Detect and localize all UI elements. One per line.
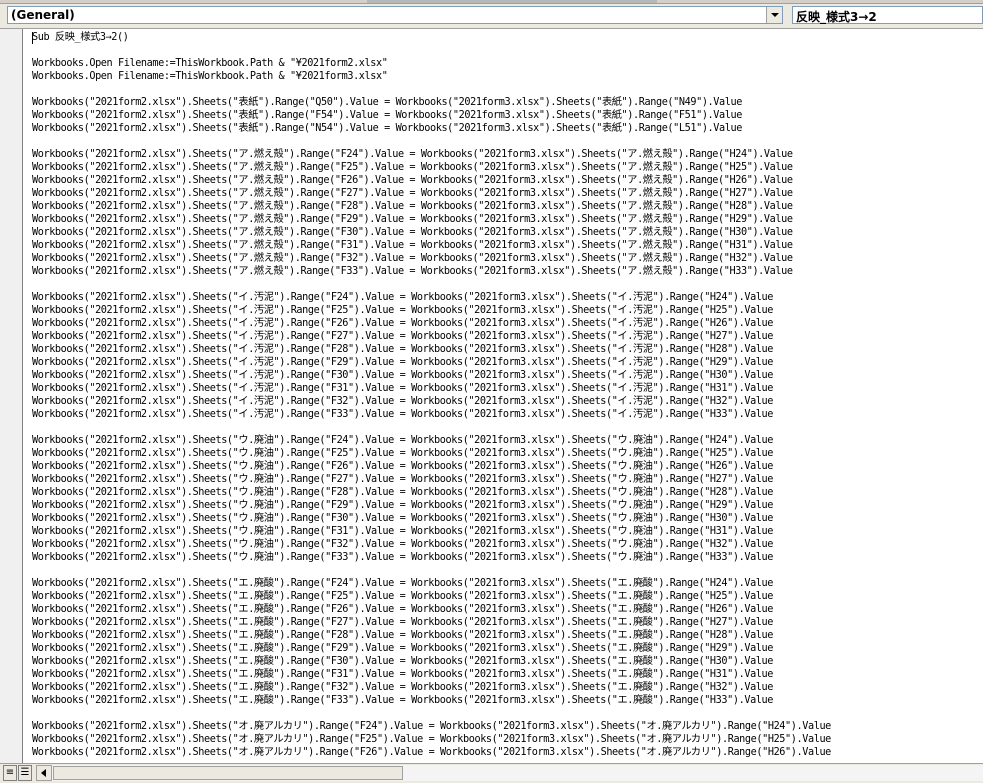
code-lines: Sub 反映_様式3→2() Workbooks.Open Filename:=T… [32, 31, 831, 759]
code-line[interactable]: Workbooks.Open Filename:=ThisWorkbook.Pa… [32, 70, 831, 83]
code-line[interactable] [32, 707, 831, 720]
code-line[interactable]: Workbooks("2021form2.xlsx").Sheets("エ.廃酸… [32, 616, 831, 629]
code-line[interactable]: Workbooks("2021form2.xlsx").Sheets("表紙")… [32, 122, 831, 135]
code-line[interactable]: Workbooks("2021form2.xlsx").Sheets("ア.燃え… [32, 174, 831, 187]
code-line[interactable]: Workbooks("2021form2.xlsx").Sheets("ウ.廃油… [32, 512, 831, 525]
code-line[interactable]: Workbooks("2021form2.xlsx").Sheets("ウ.廃油… [32, 551, 831, 564]
code-line[interactable]: Workbooks("2021form2.xlsx").Sheets("ウ.廃油… [32, 525, 831, 538]
code-line[interactable]: Workbooks("2021form2.xlsx").Sheets("エ.廃酸… [32, 655, 831, 668]
code-line[interactable]: Workbooks.Open Filename:=ThisWorkbook.Pa… [32, 57, 831, 70]
code-line[interactable]: Sub 反映_様式3→2() [32, 31, 831, 44]
code-editor[interactable]: Sub 反映_様式3→2() Workbooks.Open Filename:=T… [23, 29, 983, 763]
horizontal-scroll-thumb[interactable] [53, 766, 403, 780]
code-line[interactable]: Workbooks("2021form2.xlsx").Sheets("エ.廃酸… [32, 629, 831, 642]
code-line[interactable] [32, 135, 831, 148]
code-window-header: (General) 反映_様式3→2 [0, 4, 983, 29]
code-line[interactable]: Workbooks("2021form2.xlsx").Sheets("イ.汚泥… [32, 369, 831, 382]
procedure-combo[interactable]: 反映_様式3→2 [792, 6, 983, 24]
indicator-margin[interactable] [0, 29, 23, 763]
code-line[interactable]: Workbooks("2021form2.xlsx").Sheets("イ.汚泥… [32, 330, 831, 343]
code-line[interactable]: Workbooks("2021form2.xlsx").Sheets("オ.廃ア… [32, 746, 831, 759]
code-line[interactable] [32, 83, 831, 96]
code-line[interactable]: Workbooks("2021form2.xlsx").Sheets("ア.燃え… [32, 213, 831, 226]
code-line[interactable]: Workbooks("2021form2.xlsx").Sheets("表紙")… [32, 109, 831, 122]
code-line[interactable]: Workbooks("2021form2.xlsx").Sheets("ア.燃え… [32, 239, 831, 252]
code-line[interactable]: Workbooks("2021form2.xlsx").Sheets("エ.廃酸… [32, 694, 831, 707]
code-line[interactable]: Workbooks("2021form2.xlsx").Sheets("オ.廃ア… [32, 733, 831, 746]
code-line[interactable]: Workbooks("2021form2.xlsx").Sheets("イ.汚泥… [32, 395, 831, 408]
code-line[interactable]: Workbooks("2021form2.xlsx").Sheets("ア.燃え… [32, 200, 831, 213]
code-line[interactable]: Workbooks("2021form2.xlsx").Sheets("イ.汚泥… [32, 304, 831, 317]
top-scroll-thumb[interactable] [367, 0, 657, 3]
code-line[interactable] [32, 44, 831, 57]
code-line[interactable]: Workbooks("2021form2.xlsx").Sheets("イ.汚泥… [32, 356, 831, 369]
procedure-view-icon[interactable]: ≡ [3, 765, 17, 781]
code-line[interactable]: Workbooks("2021form2.xlsx").Sheets("ウ.廃油… [32, 499, 831, 512]
code-line[interactable]: Workbooks("2021form2.xlsx").Sheets("ウ.廃油… [32, 447, 831, 460]
code-line[interactable] [32, 564, 831, 577]
code-line[interactable] [32, 278, 831, 291]
code-line[interactable]: Workbooks("2021form2.xlsx").Sheets("ア.燃え… [32, 252, 831, 265]
code-line[interactable]: Workbooks("2021form2.xlsx").Sheets("エ.廃酸… [32, 681, 831, 694]
code-line[interactable]: Workbooks("2021form2.xlsx").Sheets("ウ.廃油… [32, 486, 831, 499]
horizontal-scrollbar[interactable] [36, 765, 983, 781]
code-line[interactable]: Workbooks("2021form2.xlsx").Sheets("ア.燃え… [32, 187, 831, 200]
code-line[interactable]: Workbooks("2021form2.xlsx").Sheets("ウ.廃油… [32, 538, 831, 551]
full-module-view-icon[interactable]: ☰ [18, 765, 32, 781]
code-line[interactable]: Workbooks("2021form2.xlsx").Sheets("オ.廃ア… [32, 720, 831, 733]
code-line[interactable]: Workbooks("2021form2.xlsx").Sheets("ウ.廃油… [32, 460, 831, 473]
code-line[interactable]: Workbooks("2021form2.xlsx").Sheets("イ.汚泥… [32, 382, 831, 395]
code-line[interactable]: Workbooks("2021form2.xlsx").Sheets("ア.燃え… [32, 148, 831, 161]
code-line[interactable]: Workbooks("2021form2.xlsx").Sheets("イ.汚泥… [32, 291, 831, 304]
object-combo[interactable]: (General) [7, 6, 783, 24]
scroll-left-icon[interactable] [36, 765, 52, 781]
code-line[interactable]: Workbooks("2021form2.xlsx").Sheets("ウ.廃油… [32, 434, 831, 447]
code-line[interactable]: Workbooks("2021form2.xlsx").Sheets("イ.汚泥… [32, 317, 831, 330]
code-line[interactable] [32, 421, 831, 434]
code-line[interactable]: Workbooks("2021form2.xlsx").Sheets("ア.燃え… [32, 161, 831, 174]
code-line[interactable]: Workbooks("2021form2.xlsx").Sheets("エ.廃酸… [32, 590, 831, 603]
code-line[interactable]: Workbooks("2021form2.xlsx").Sheets("ア.燃え… [32, 226, 831, 239]
code-line[interactable]: Workbooks("2021form2.xlsx").Sheets("エ.廃酸… [32, 668, 831, 681]
code-line[interactable]: Workbooks("2021form2.xlsx").Sheets("表紙")… [32, 96, 831, 109]
code-line[interactable]: Workbooks("2021form2.xlsx").Sheets("ア.燃え… [32, 265, 831, 278]
procedure-combo-value: 反映_様式3→2 [796, 10, 877, 24]
code-line[interactable]: Workbooks("2021form2.xlsx").Sheets("ウ.廃油… [32, 473, 831, 486]
code-line[interactable]: Workbooks("2021form2.xlsx").Sheets("エ.廃酸… [32, 603, 831, 616]
object-combo-value: (General) [11, 8, 75, 22]
code-line[interactable]: Workbooks("2021form2.xlsx").Sheets("イ.汚泥… [32, 408, 831, 421]
code-line[interactable]: Workbooks("2021form2.xlsx").Sheets("イ.汚泥… [32, 343, 831, 356]
code-line[interactable]: Workbooks("2021form2.xlsx").Sheets("エ.廃酸… [32, 642, 831, 655]
code-line[interactable]: Workbooks("2021form2.xlsx").Sheets("エ.廃酸… [32, 577, 831, 590]
chevron-down-icon[interactable] [766, 7, 782, 23]
bottom-bar: ≡ ☰ [0, 763, 983, 783]
